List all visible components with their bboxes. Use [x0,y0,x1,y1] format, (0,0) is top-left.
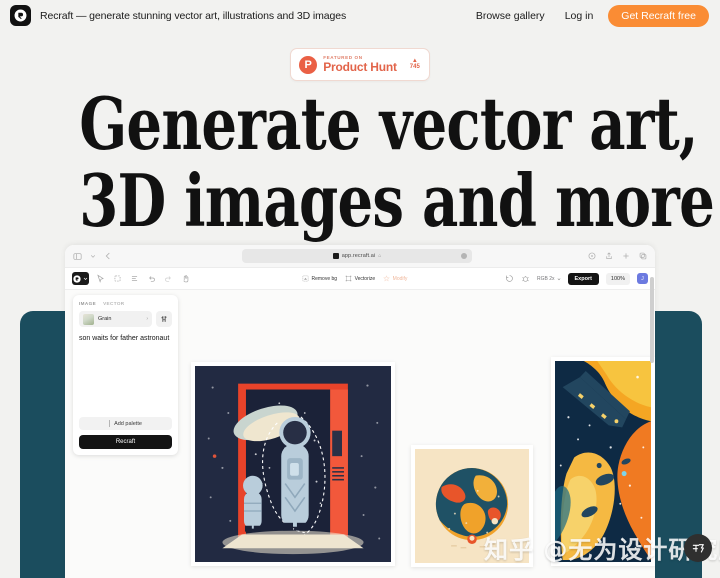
browser-mockup: app.recraft.ai ⌂ Remove bg Vectorize Mod… [65,245,655,578]
prompt-text[interactable]: son waits for father astronaut [79,334,172,417]
lock-icon: ⌂ [378,253,382,259]
palette-divider-icon [109,420,111,427]
recraft-logo-icon[interactable] [10,5,31,26]
copy-tabs-icon[interactable] [639,252,647,260]
zhihu-badge-icon [684,534,712,562]
add-palette-label: Add palette [114,420,142,427]
site-favicon-icon [332,253,339,259]
app-toolbar: Remove bg Vectorize Modify RGB 2x Export… [65,268,655,290]
remove-bg-label: Remove bg [311,275,338,282]
toolbar-tools [96,274,190,283]
decorative-panel-left [20,311,68,578]
prompt-panel: IMAGE VECTOR Grain › son waits for fathe… [73,295,178,455]
chrome-dropdown-icon[interactable] [90,253,96,259]
vectorize-action[interactable]: Vectorize [345,275,375,282]
brand-title: Recraft — generate stunning vector art, … [40,9,347,22]
product-hunt-texts: FEATURED ON Product Hunt [323,55,397,74]
address-bar-url: app.recraft.ai [341,253,376,259]
recraft-generate-button[interactable]: Recraft [79,435,172,449]
modify-label: Modify [392,275,408,282]
layers-icon[interactable] [130,274,139,283]
tab-vector[interactable]: VECTOR [103,301,124,306]
cursor-icon[interactable] [96,274,105,283]
prompt-panel-tabs: IMAGE VECTOR [79,301,172,306]
style-name: Grain [98,316,112,322]
nav-browse-gallery[interactable]: Browse gallery [476,10,545,22]
toolbar-actions: Remove bg Vectorize Modify [302,275,407,282]
page-scrollbar[interactable] [650,277,654,363]
frame-icon[interactable] [113,274,122,283]
hero-section: P FEATURED ON Product Hunt ▲ 745 Generat… [0,31,720,243]
style-thumbnail-icon [83,313,94,325]
address-bar[interactable]: app.recraft.ai ⌂ [242,249,472,263]
astronaut-artwork-canvas [195,366,391,562]
shield-icon[interactable] [588,252,596,260]
get-recraft-free-button[interactable]: Get Recraft free [608,4,709,27]
color-mode-value: RGB 2x [536,275,555,282]
style-selector-row: Grain › [79,311,172,327]
recraft-app-logo-icon[interactable] [72,272,89,285]
hero-headline-line-1: Generate vector art, [79,81,698,166]
product-hunt-badge[interactable]: P FEATURED ON Product Hunt ▲ 745 [290,48,430,81]
color-mode-select[interactable]: RGB 2x [537,276,561,282]
hand-icon[interactable] [181,274,190,283]
sidebar-toggle-icon[interactable] [73,252,82,261]
product-hunt-name: Product Hunt [323,60,397,74]
vectorize-label: Vectorize [354,275,376,282]
browser-chrome-bar: app.recraft.ai ⌂ [65,245,655,268]
add-palette-button[interactable]: Add palette [79,417,172,430]
astronaut-and-child-illustration[interactable] [191,362,395,566]
user-avatar[interactable]: J [637,273,648,284]
chevron-left-icon[interactable] [104,252,112,260]
share-icon[interactable] [605,252,613,260]
redo-icon[interactable] [164,274,173,283]
bug-icon[interactable] [521,274,530,283]
nav-log-in[interactable]: Log in [565,10,594,22]
sliders-icon[interactable] [156,311,172,327]
product-hunt-votes: ▲ 745 [410,58,420,71]
export-button[interactable]: Export [567,272,599,285]
chrome-left-controls [73,252,112,261]
tab-image[interactable]: IMAGE [79,301,96,306]
remove-bg-action[interactable]: Remove bg [302,275,337,282]
modify-action[interactable]: Modify [383,275,407,282]
style-selector[interactable]: Grain › [79,311,152,327]
history-icon[interactable] [505,274,514,283]
product-hunt-icon: P [299,55,318,74]
chrome-right-controls [588,252,647,260]
toolbar-right-controls: RGB 2x Export 100% J [505,272,648,285]
upvote-count: 745 [409,64,420,70]
undo-icon[interactable] [147,274,156,283]
zoom-level-control[interactable]: 100% [605,272,630,285]
chevron-right-icon: › [146,316,148,322]
hero-headline-line-2: 3D images and more [79,157,715,243]
refresh-icon[interactable] [461,253,467,259]
site-header: Recraft — generate stunning vector art, … [0,0,720,31]
new-tab-icon[interactable] [622,252,630,260]
